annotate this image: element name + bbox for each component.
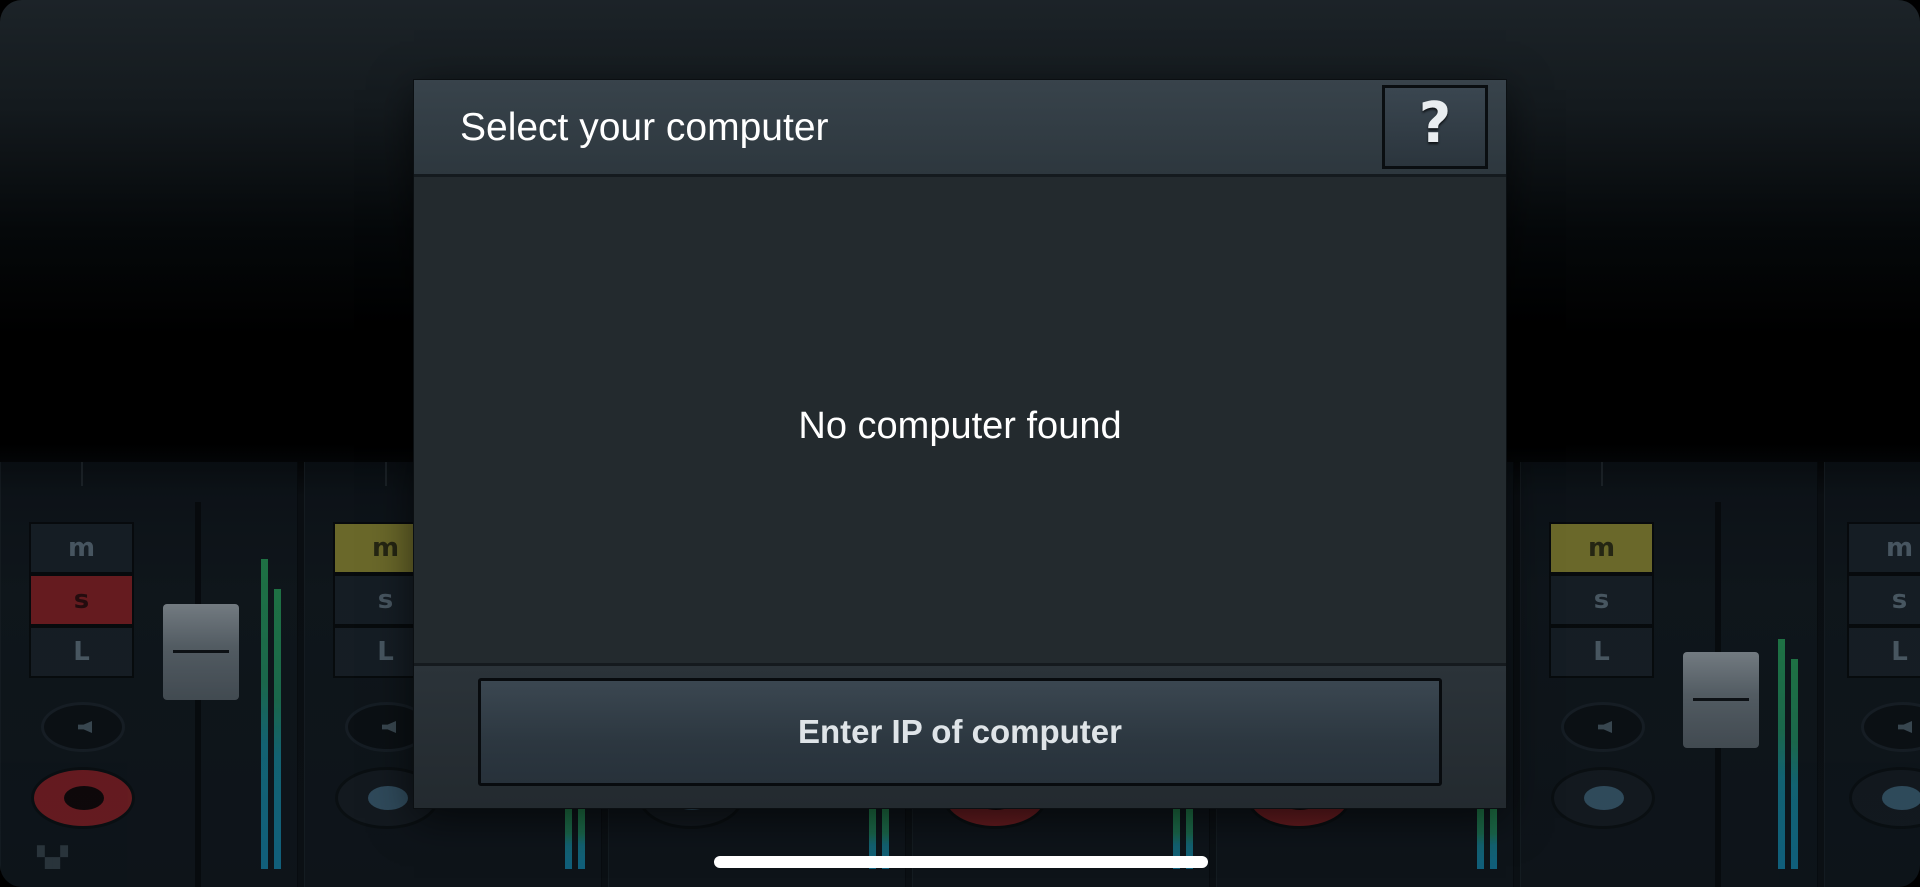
level-meter <box>261 559 268 869</box>
level-meter <box>274 589 281 869</box>
mute-button[interactable]: m <box>29 522 134 574</box>
speaker-icon[interactable] <box>41 702 125 752</box>
channel-strip: m s L <box>1520 462 1818 887</box>
channel-strip: m s L ▚▞ <box>0 462 298 887</box>
speaker-icon[interactable] <box>1861 702 1920 752</box>
record-icon[interactable] <box>1551 767 1655 829</box>
strip-tick <box>385 462 387 486</box>
presonus-logo-icon: ▚▞ <box>37 845 68 869</box>
level-meter <box>1490 809 1497 869</box>
app-screen: m s L ▚▞ m s L m s L m s L Select your c… <box>0 0 1920 887</box>
solo-button[interactable]: s <box>1549 574 1654 626</box>
empty-state-message: No computer found <box>798 405 1122 447</box>
speaker-icon[interactable] <box>1561 702 1645 752</box>
channel-strip: m s L <box>1824 462 1920 887</box>
level-meter <box>1791 659 1798 869</box>
level-meter <box>565 809 572 869</box>
record-icon[interactable] <box>1849 767 1920 829</box>
select-computer-dialog: Select your computer ? No computer found… <box>414 80 1506 808</box>
fader-handle[interactable] <box>163 604 239 700</box>
dialog-footer: Enter IP of computer <box>414 663 1506 808</box>
strip-tick <box>1601 462 1603 486</box>
record-icon[interactable] <box>31 767 135 829</box>
fader-handle[interactable] <box>1683 652 1759 748</box>
level-meter <box>1477 809 1484 869</box>
listen-button[interactable]: L <box>29 626 134 678</box>
home-indicator[interactable] <box>714 856 1208 868</box>
level-meter <box>1778 639 1785 869</box>
dialog-header: Select your computer ? <box>414 80 1506 177</box>
listen-button[interactable]: L <box>1847 626 1920 678</box>
enter-ip-button[interactable]: Enter IP of computer <box>478 678 1442 786</box>
help-icon: ? <box>1418 91 1452 156</box>
listen-button[interactable]: L <box>1549 626 1654 678</box>
dialog-title: Select your computer <box>460 106 829 149</box>
solo-button[interactable]: s <box>29 574 134 626</box>
help-button[interactable]: ? <box>1382 85 1488 169</box>
mute-button[interactable]: m <box>1549 522 1654 574</box>
solo-button[interactable]: s <box>1847 574 1920 626</box>
mute-button[interactable]: m <box>1847 522 1920 574</box>
computer-list: No computer found <box>414 177 1506 663</box>
strip-tick <box>81 462 83 486</box>
level-meter <box>578 809 585 869</box>
